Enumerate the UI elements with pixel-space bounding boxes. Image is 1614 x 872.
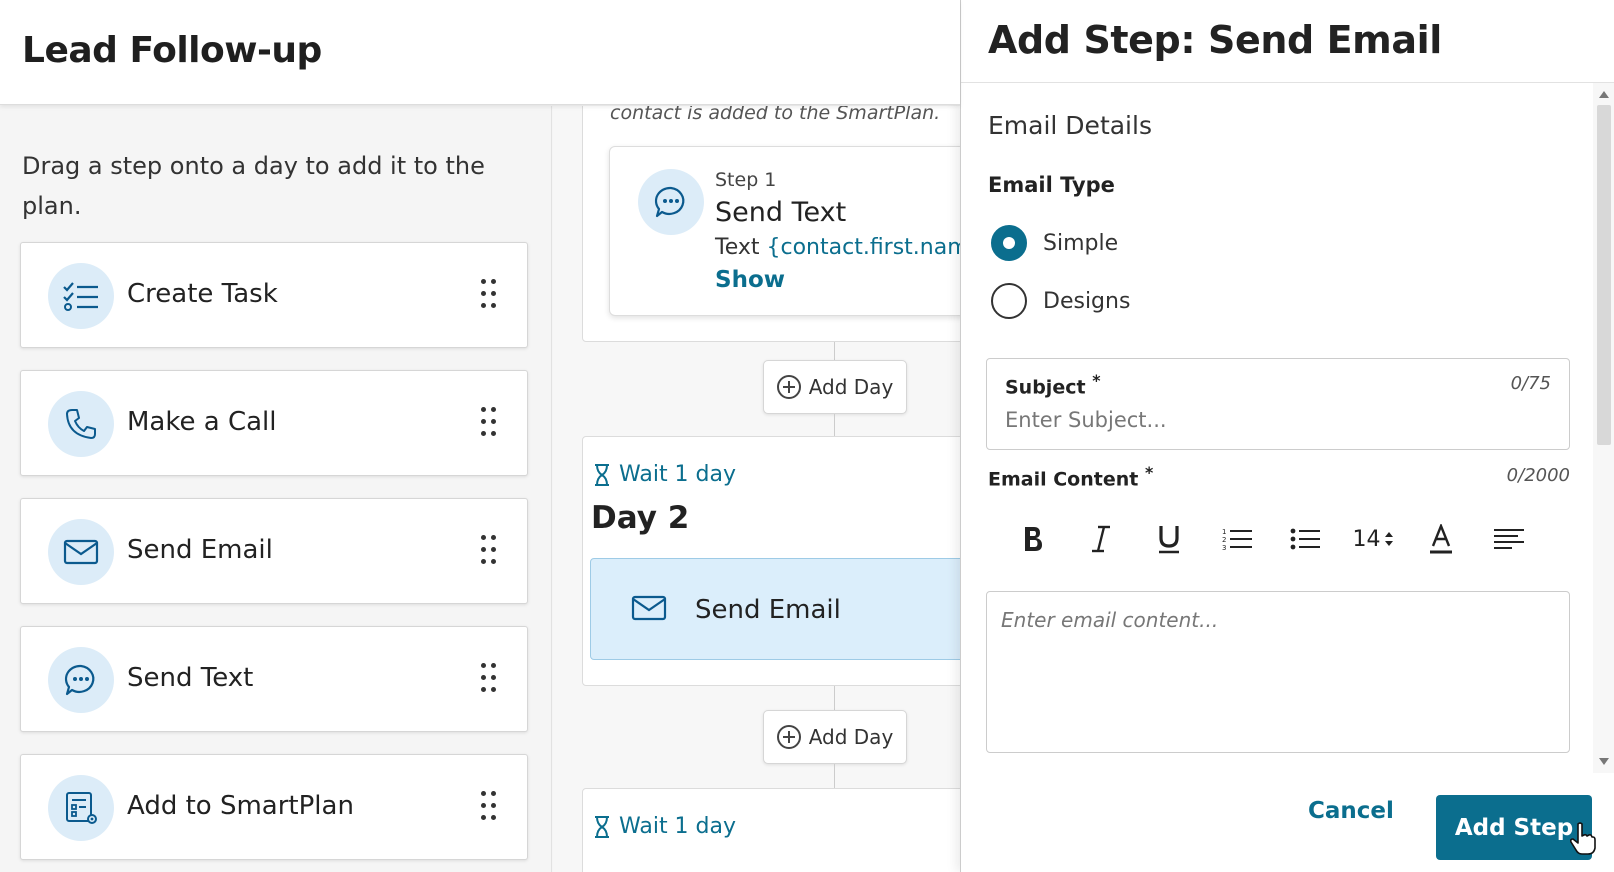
section-title: Email Details <box>988 111 1152 140</box>
radio-label: Designs <box>1043 288 1131 314</box>
drag-handle-icon[interactable] <box>481 663 497 695</box>
add-step-button[interactable]: Add Step <box>1436 795 1592 860</box>
chat-bubble-icon <box>48 647 114 713</box>
phone-icon <box>48 391 114 457</box>
day-1-note: contact is added to the SmartPlan. <box>610 106 941 124</box>
step-number: Step 1 <box>715 169 777 191</box>
chat-bubble-icon <box>638 169 704 235</box>
subject-input[interactable] <box>1005 405 1545 435</box>
email-content-editor[interactable] <box>986 591 1570 753</box>
cancel-button[interactable]: Cancel <box>1308 798 1394 824</box>
up-down-caret-icon <box>1384 532 1393 546</box>
svg-text:3: 3 <box>1222 544 1226 551</box>
bold-icon[interactable] <box>999 515 1067 563</box>
day-3-wait: Wait 1 day <box>593 814 736 839</box>
drag-handle-icon[interactable] <box>481 535 497 567</box>
numbered-list-icon[interactable]: 123 <box>1203 515 1271 563</box>
add-step-drawer: Add Step: Send Email Email Details Email… <box>960 0 1614 872</box>
wait-label: Wait 1 day <box>619 462 737 487</box>
radio-simple[interactable]: Simple <box>991 225 1118 261</box>
required-asterisk: * <box>1092 371 1101 390</box>
underline-icon[interactable] <box>1135 515 1203 563</box>
hourglass-icon <box>595 815 609 838</box>
plan-canvas: contact is added to the SmartPlan. Step … <box>553 106 960 872</box>
hand-cursor-icon <box>1569 822 1596 860</box>
palette-item-label: Send Text <box>127 663 254 693</box>
email-content-char-count: 0/2000 <box>1506 465 1570 486</box>
drag-handle-icon[interactable] <box>481 791 497 823</box>
email-type-label: Email Type <box>988 173 1115 197</box>
checklist-icon <box>48 263 114 329</box>
radio-label: Simple <box>1043 230 1119 256</box>
radio-selected-icon <box>991 225 1027 261</box>
drawer-title: Add Step: Send Email <box>988 18 1442 62</box>
page-title: Lead Follow-up <box>22 30 322 71</box>
add-day-label: Add Day <box>808 725 894 749</box>
font-size-value: 14 <box>1352 526 1381 552</box>
required-asterisk: * <box>1144 463 1154 482</box>
page-header: Lead Follow-up <box>0 0 960 105</box>
connector-line <box>834 764 835 788</box>
add-day-label: Add Day <box>808 375 894 399</box>
subject-label-text: Subject <box>1005 376 1086 399</box>
scroll-up-icon[interactable] <box>1599 91 1609 98</box>
wait-label: Wait 1 day <box>619 814 737 839</box>
svg-text:2: 2 <box>1222 536 1226 544</box>
rich-text-toolbar: 123 14 <box>999 515 1559 563</box>
day-2-wait: Wait 1 day <box>593 462 736 487</box>
italic-icon[interactable] <box>1067 515 1135 563</box>
step-1-card[interactable]: Step 1 Send Text Text {contact.first.nam… <box>609 146 960 316</box>
bullet-list-icon[interactable] <box>1271 515 1339 563</box>
radio-unselected-icon <box>991 283 1027 319</box>
step-text-prefix: Text <box>715 235 760 260</box>
palette-item-create-task[interactable]: Create Task <box>20 242 528 348</box>
connector-line <box>834 414 835 436</box>
drag-handle-icon[interactable] <box>481 279 497 311</box>
palette-item-make-call[interactable]: Make a Call <box>20 370 528 476</box>
hourglass-icon <box>595 463 609 486</box>
subject-char-count: 0/75 <box>1510 373 1551 394</box>
merge-token: {contact.first.name <box>766 235 961 260</box>
connector-line <box>834 342 835 360</box>
step-text-preview: Text {contact.first.name <box>715 235 960 260</box>
font-size-select[interactable]: 14 <box>1339 515 1407 563</box>
palette-item-label: Create Task <box>127 279 278 309</box>
add-day-button[interactable]: Add Day <box>763 360 907 414</box>
step-title: Send Text <box>715 197 847 228</box>
email-content-label: Email Content * <box>988 463 1153 490</box>
palette-item-send-text[interactable]: Send Text <box>20 626 528 732</box>
scroll-down-icon[interactable] <box>1599 758 1609 765</box>
connector-line <box>834 686 835 710</box>
step-palette: Drag a step onto a day to add it to the … <box>0 106 552 872</box>
subject-label: Subject * <box>1005 371 1100 398</box>
svg-text:1: 1 <box>1222 528 1226 536</box>
palette-item-send-email[interactable]: Send Email <box>20 498 528 604</box>
add-day-button[interactable]: Add Day <box>763 710 907 764</box>
show-link[interactable]: Show <box>715 267 785 293</box>
smartplan-icon <box>48 775 114 841</box>
palette-item-label: Add to SmartPlan <box>127 791 354 821</box>
scroll-thumb[interactable] <box>1597 105 1611 445</box>
drawer-scroll-area[interactable]: Email Details Email Type Simple Designs … <box>961 83 1614 773</box>
envelope-icon <box>48 519 114 585</box>
day-2-send-email-step[interactable]: Send Email <box>590 558 960 660</box>
align-left-icon[interactable] <box>1475 515 1543 563</box>
day-2-title: Day 2 <box>591 500 690 536</box>
email-content-label-text: Email Content <box>988 468 1139 491</box>
radio-designs[interactable]: Designs <box>991 283 1130 319</box>
envelope-icon <box>631 595 667 625</box>
palette-item-add-to-smartplan[interactable]: Add to SmartPlan <box>20 754 528 860</box>
step-title: Send Email <box>695 595 841 625</box>
plus-circle-icon <box>776 375 801 399</box>
subject-field[interactable]: Subject * 0/75 <box>986 358 1570 450</box>
drawer-scrollbar[interactable] <box>1593 83 1614 773</box>
text-color-icon[interactable] <box>1407 515 1475 563</box>
palette-item-label: Send Email <box>127 535 273 565</box>
plus-circle-icon <box>776 725 801 749</box>
palette-hint: Drag a step onto a day to add it to the … <box>22 152 485 220</box>
palette-item-label: Make a Call <box>127 407 277 437</box>
drag-handle-icon[interactable] <box>481 407 497 439</box>
email-content-input[interactable] <box>1001 608 1551 738</box>
